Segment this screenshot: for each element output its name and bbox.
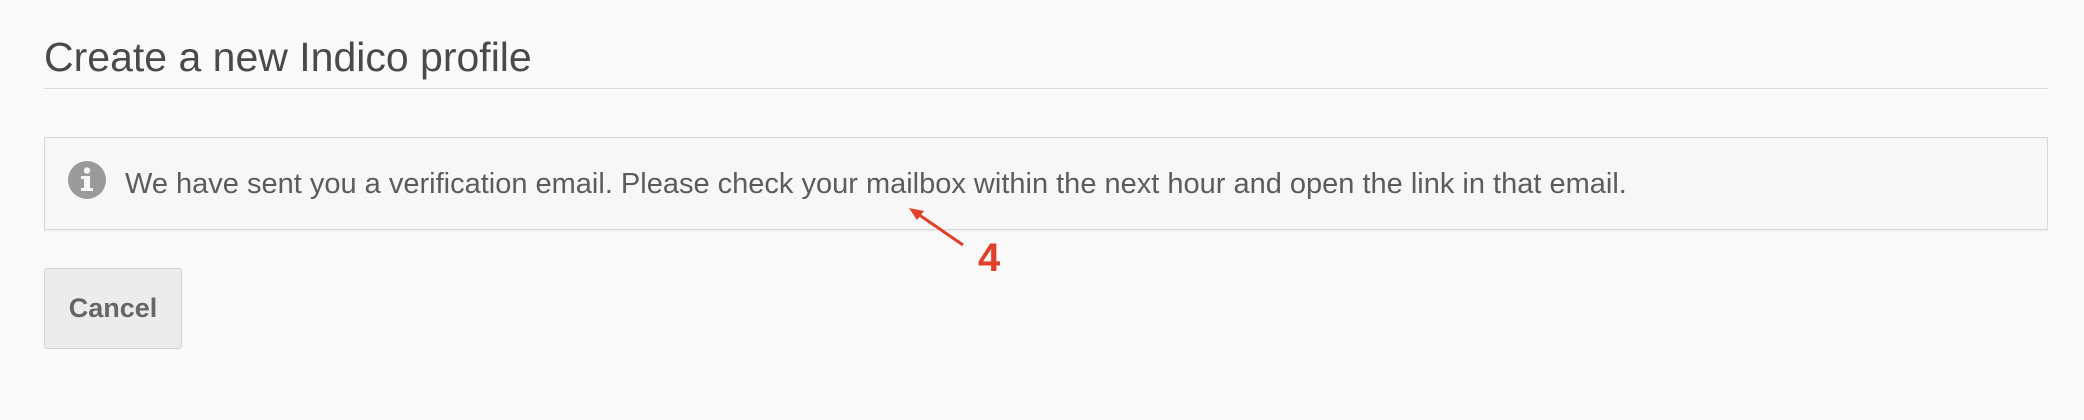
annotation-number: 4 [978,236,1001,280]
info-circle-icon [67,160,107,200]
annotation-arrow [909,208,964,247]
cancel-button[interactable]: Cancel [44,268,182,349]
page-title: Create a new Indico profile [44,34,532,80]
info-message-box: We have sent you a verification email. P… [44,137,2048,230]
info-message-text: We have sent you a verification email. P… [125,168,1627,200]
title-section: Create a new Indico profile [44,28,2048,89]
page: Create a new Indico profile We have sent… [0,0,2084,420]
